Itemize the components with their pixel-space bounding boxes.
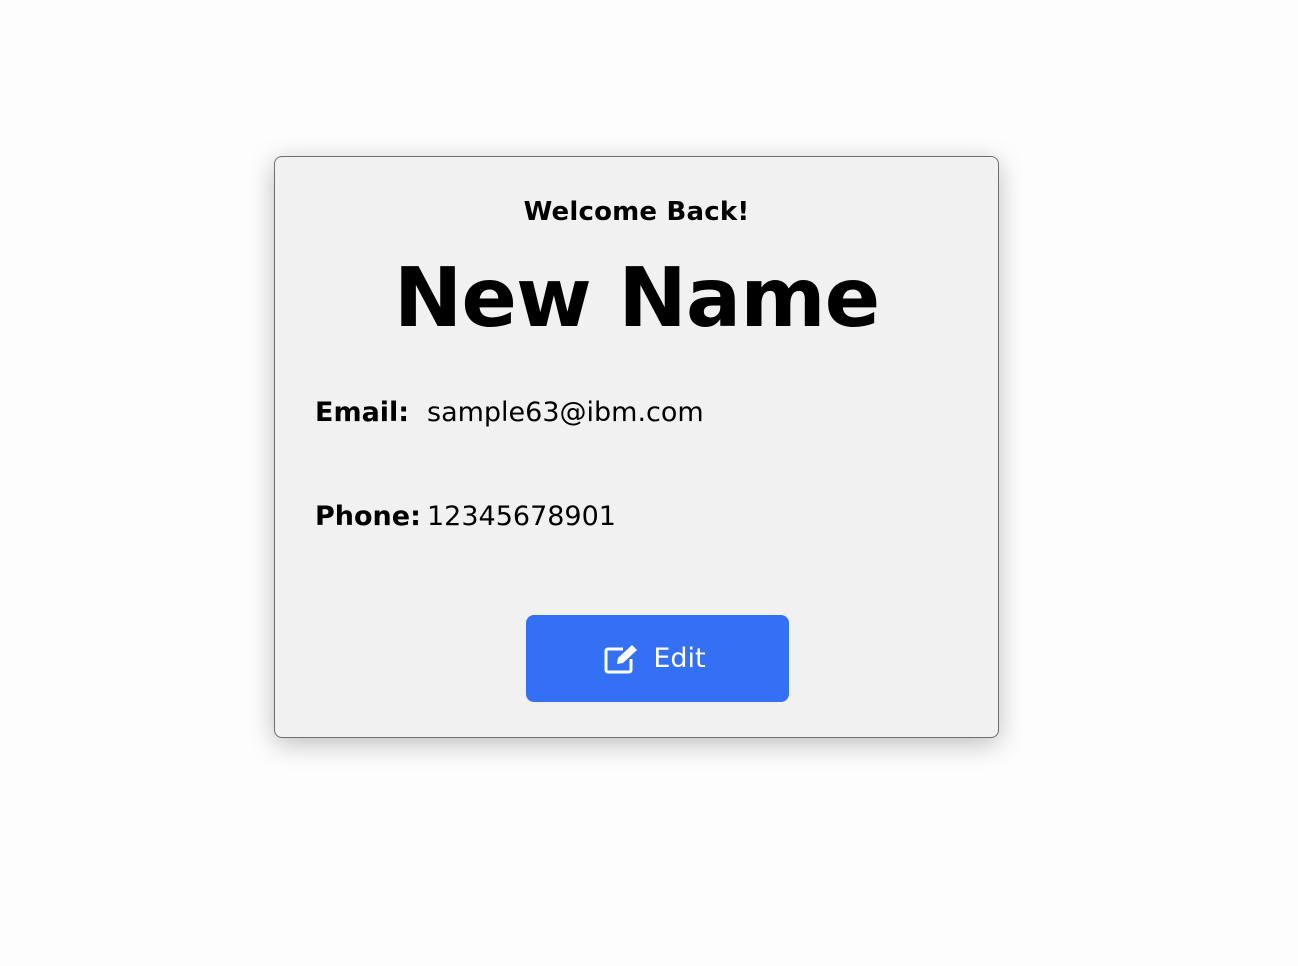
profile-card: Welcome Back! New Name Email: sample63@i… — [274, 156, 999, 738]
phone-value: 12345678901 — [427, 501, 616, 532]
phone-row: Phone: 12345678901 — [315, 501, 616, 532]
edit-button-label: Edit — [653, 643, 706, 674]
welcome-heading: Welcome Back! — [523, 197, 750, 227]
phone-label: Phone: — [315, 501, 421, 532]
email-value: sample63@ibm.com — [427, 397, 704, 428]
edit-icon — [603, 643, 639, 675]
email-row: Email: sample63@ibm.com — [315, 397, 704, 428]
edit-button[interactable]: Edit — [526, 615, 789, 702]
email-label: Email: — [315, 397, 410, 428]
user-name-title: New Name — [393, 251, 881, 346]
